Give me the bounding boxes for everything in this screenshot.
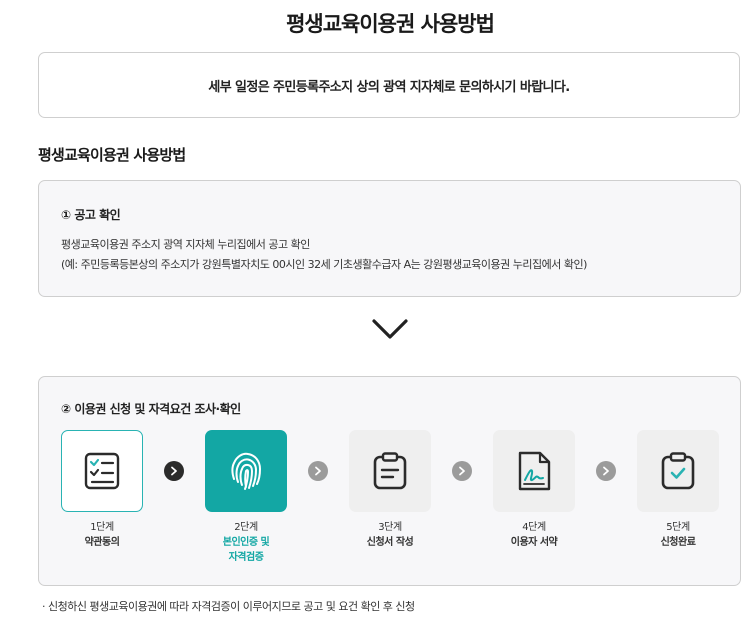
chevron-right-icon [452,461,472,481]
chevron-right-icon [596,461,616,481]
clipboard-check-icon [661,452,695,490]
fingerprint-icon [231,452,262,490]
chevron-down-icon [372,319,408,339]
step1-box: ① 공고 확인 평생교육이용권 주소지 광역 지자체 누리집에서 공고 확인 (… [38,180,741,297]
stage-3-tile [349,430,431,512]
signature-document-icon [518,451,551,491]
stage-4-tile [493,430,575,512]
notice-text: 세부 일정은 주민등록주소지 상의 광역 지자체로 문의하시기 바랍니다. [208,79,570,95]
stage-1-number: 1단계 [90,522,114,533]
stage-5-name: 신청완료 [660,537,696,548]
stage-5-tile [637,430,719,512]
stage-5: 5단계 신청완료 [637,430,719,550]
footnote: · 신청하신 평생교육이용권에 따라 자격검증이 이루어지므로 공고 및 요건 … [42,598,415,614]
footnote-text: 신청하신 평생교육이용권에 따라 자격검증이 이루어지므로 공고 및 요건 확인… [48,600,415,613]
stage-4: 4단계 이용자 서약 [493,430,575,550]
step1-heading: ① 공고 확인 [61,208,121,222]
chevron-right-icon [164,461,184,481]
stage-1-name: 약관동의 [84,537,120,548]
step2-box: ② 이용권 신청 및 자격요건 조사·확인 1단계 약관동의 2단계 본인인증 … [38,376,741,586]
notice-box: 세부 일정은 주민등록주소지 상의 광역 지자체로 문의하시기 바랍니다. [38,52,740,118]
section-title: 평생교육이용권 사용방법 [38,146,186,164]
stage-1-tile [61,430,143,512]
stage-2-number: 2단계 [234,522,258,533]
stage-3-name: 신청서 작성 [366,537,414,548]
stage-2: 2단계 본인인증 및 자격검증 [205,430,287,565]
step1-description-line2: (예: 주민등록등본상의 주소지가 강원특별자치도 00시인 32세 기초생활수… [61,258,587,271]
stage-4-number: 4단계 [522,522,546,533]
stage-3-number: 3단계 [378,522,402,533]
step2-heading: ② 이용권 신청 및 자격요건 조사·확인 [61,402,241,416]
checklist-icon [84,452,120,490]
step1-description-line1: 평생교육이용권 주소지 광역 지자체 누리집에서 공고 확인 [61,238,310,251]
stage-2-name-line2: 자격검증 [228,552,264,563]
stage-2-name: 본인인증 및 자격검증 [205,535,287,565]
stage-1: 1단계 약관동의 [61,430,143,550]
stage-2-name-line1: 본인인증 및 [222,537,270,548]
clipboard-form-icon [373,452,407,490]
stage-5-number: 5단계 [666,522,690,533]
page-title: 평생교육이용권 사용방법 [286,12,495,36]
chevron-right-icon [308,461,328,481]
stage-2-tile [205,430,287,512]
stage-3: 3단계 신청서 작성 [349,430,431,550]
stage-4-name: 이용자 서약 [510,537,558,548]
